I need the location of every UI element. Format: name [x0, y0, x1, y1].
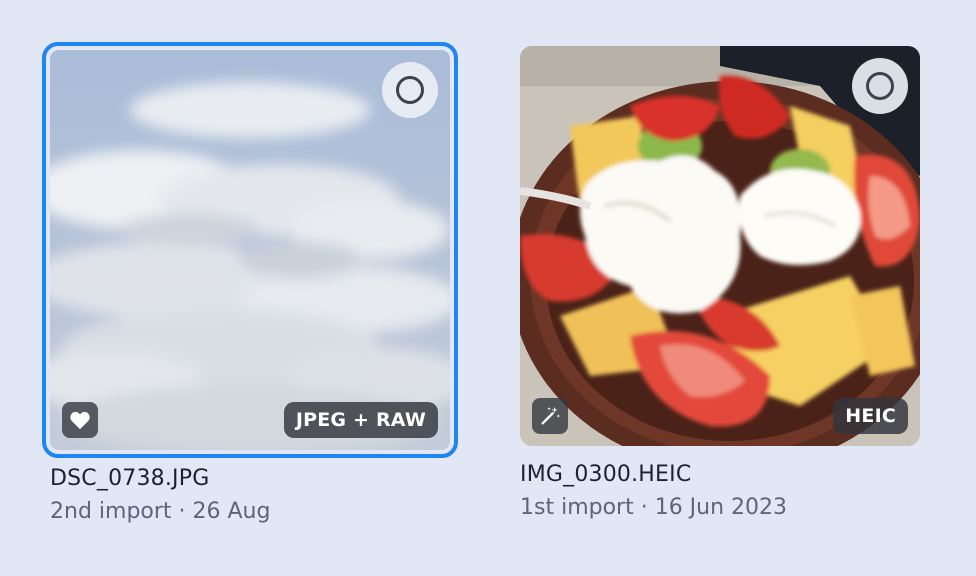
photo-filename: DSC_0738.JPG: [50, 466, 210, 491]
magic-wand-icon[interactable]: [532, 398, 568, 434]
photo-card-1[interactable]: JPEG + RAW DSC_0738.JPG 2nd import · 26 …: [42, 42, 458, 524]
photo-import-meta: 2nd import · 26 Aug: [50, 499, 271, 524]
unselected-circle-icon: [866, 72, 894, 100]
format-badge: JPEG + RAW: [283, 402, 438, 438]
photo-filename: IMG_0300.HEIC: [520, 462, 692, 487]
photo-thumbnail[interactable]: HEIC: [520, 46, 920, 446]
photo-thumbnail-selected[interactable]: JPEG + RAW: [42, 42, 458, 458]
unselected-circle-icon: [396, 76, 424, 104]
photo-import-meta: 1st import · 16 Jun 2023: [520, 495, 788, 520]
heart-icon[interactable]: [62, 402, 98, 438]
select-toggle-button[interactable]: [852, 58, 908, 114]
format-badge: HEIC: [833, 398, 908, 434]
photo-card-2[interactable]: HEIC IMG_0300.HEIC 1st import · 16 Jun 2…: [520, 46, 920, 520]
select-toggle-button[interactable]: [382, 62, 438, 118]
